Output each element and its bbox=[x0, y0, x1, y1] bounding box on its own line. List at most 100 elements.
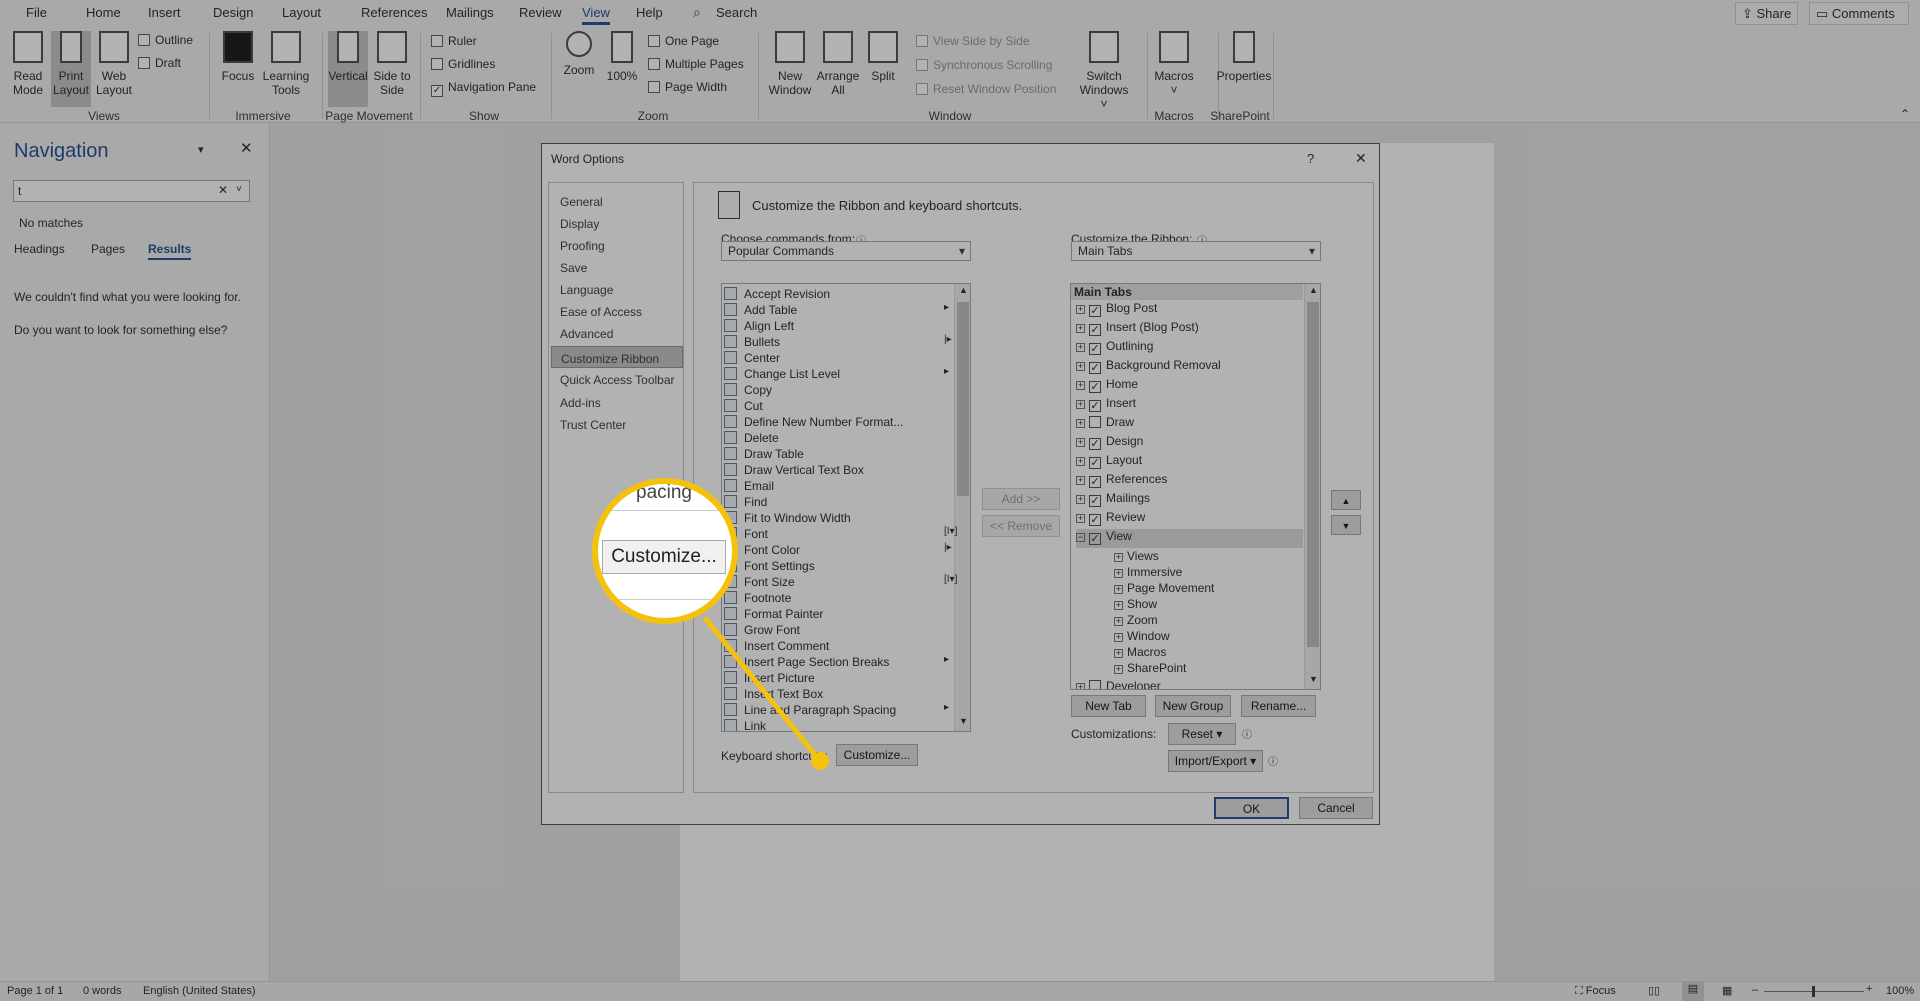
expand-icon[interactable]: + bbox=[1076, 381, 1085, 390]
web-layout-view-icon[interactable]: ▦ bbox=[1722, 984, 1732, 997]
list-item[interactable]: Align Left bbox=[722, 318, 954, 334]
read-mode-view-icon[interactable]: ▯▯ bbox=[1648, 984, 1660, 997]
nav-tab-results[interactable]: Results bbox=[148, 242, 192, 260]
outline-button[interactable]: Outline bbox=[138, 33, 193, 47]
close-button[interactable]: ✕ bbox=[1355, 150, 1367, 167]
expand-icon[interactable]: + bbox=[1076, 305, 1085, 314]
expand-icon[interactable]: + bbox=[1076, 438, 1085, 447]
tree-item[interactable]: + ✓ Layout bbox=[1076, 453, 1303, 472]
list-item[interactable]: Add Table ▸ bbox=[722, 302, 954, 318]
expand-icon[interactable]: + bbox=[1076, 419, 1085, 428]
list-item[interactable]: Insert Text Box bbox=[722, 686, 954, 702]
commands-list[interactable]: ▲ ▼ Accept Revision Add Table ▸ Align Left Bu… bbox=[721, 283, 971, 732]
checkbox[interactable]: ✓ bbox=[1089, 495, 1101, 507]
move-down-button[interactable]: ▼ bbox=[1331, 515, 1361, 535]
expand-icon[interactable]: + bbox=[1076, 476, 1085, 485]
ribbon-tabs-tree[interactable]: Main Tabs ▲ ▼ + ✓ Blog Post + ✓ Insert (Blog P… bbox=[1070, 283, 1321, 690]
new-group-button[interactable]: New Group bbox=[1155, 695, 1231, 717]
checkbox[interactable]: ✓ bbox=[1089, 343, 1101, 355]
tell-me-search[interactable]: Search bbox=[716, 5, 757, 20]
read-mode-button[interactable]: Read Mode bbox=[6, 31, 50, 107]
tab-help[interactable]: Help bbox=[636, 5, 663, 20]
sidebar-item-advanced[interactable]: Advanced bbox=[560, 327, 613, 341]
focus-button[interactable]: Focus bbox=[216, 31, 260, 107]
one-page-button[interactable]: One Page bbox=[648, 34, 719, 48]
vertical-button[interactable]: Vertical bbox=[328, 31, 368, 107]
checkbox[interactable]: ✓ bbox=[1089, 400, 1101, 412]
import-export-button[interactable]: Import/Export ▾ bbox=[1168, 750, 1263, 772]
expand-icon[interactable]: + bbox=[1114, 569, 1123, 578]
list-item[interactable]: Define New Number Format... bbox=[722, 414, 954, 430]
web-layout-button[interactable]: Web Layout bbox=[92, 31, 136, 107]
tree-item[interactable]: + SharePoint bbox=[1114, 661, 1303, 680]
expand-icon[interactable]: + bbox=[1114, 553, 1123, 562]
list-item[interactable]: Delete bbox=[722, 430, 954, 446]
tree-item[interactable]: + ✓ Insert (Blog Post) bbox=[1076, 320, 1303, 339]
macros-button[interactable]: Macros ˅ bbox=[1152, 31, 1196, 107]
expand-icon[interactable]: + bbox=[1114, 633, 1123, 642]
tab-layout[interactable]: Layout bbox=[282, 5, 321, 20]
split-button[interactable]: Split bbox=[861, 31, 905, 107]
tab-file[interactable]: File bbox=[26, 5, 47, 20]
expand-icon[interactable]: + bbox=[1076, 514, 1085, 523]
expand-icon[interactable]: + bbox=[1114, 617, 1123, 626]
expand-icon[interactable]: + bbox=[1114, 585, 1123, 594]
draft-button[interactable]: Draft bbox=[138, 56, 181, 70]
rename-button[interactable]: Rename... bbox=[1241, 695, 1316, 717]
reset-button[interactable]: Reset ▾ bbox=[1168, 723, 1236, 745]
scrollbar-thumb[interactable] bbox=[1307, 302, 1319, 647]
list-item[interactable]: Font Size [I▾] bbox=[722, 574, 957, 590]
list-item[interactable]: Footnote bbox=[722, 590, 954, 606]
sidebar-item-display[interactable]: Display bbox=[560, 217, 599, 231]
sidebar-item-customize-ribbon[interactable]: Customize Ribbon bbox=[551, 346, 683, 368]
expand-icon[interactable]: + bbox=[1076, 495, 1085, 504]
list-item[interactable]: Grow Font bbox=[722, 622, 954, 638]
language-status[interactable]: English (United States) bbox=[143, 985, 256, 997]
nav-search-input[interactable]: t ✕ ˅ bbox=[13, 180, 250, 202]
learning-tools-button[interactable]: Learning Tools bbox=[261, 31, 311, 107]
list-item[interactable]: Fit to Window Width bbox=[722, 510, 954, 526]
zoom-in-icon[interactable]: + bbox=[1866, 983, 1872, 995]
checkbox[interactable]: ✓ bbox=[1089, 514, 1101, 526]
expand-icon[interactable]: + bbox=[1076, 400, 1085, 409]
side-to-side-button[interactable]: Side to Side bbox=[370, 31, 414, 107]
new-window-button[interactable]: New Window bbox=[766, 31, 814, 107]
scroll-up-icon[interactable]: ▲ bbox=[959, 285, 968, 295]
tab-review[interactable]: Review bbox=[519, 5, 562, 20]
sidebar-item-trust-center[interactable]: Trust Center bbox=[560, 418, 626, 432]
nav-options-icon[interactable]: ▾ bbox=[198, 143, 204, 156]
zoom-button[interactable]: Zoom bbox=[557, 31, 601, 107]
list-item[interactable]: Email bbox=[722, 478, 954, 494]
list-item[interactable]: Link bbox=[722, 718, 954, 731]
expand-icon[interactable]: + bbox=[1114, 649, 1123, 658]
tree-item[interactable]: + ✓ Insert bbox=[1076, 396, 1303, 415]
list-item[interactable]: Format Painter bbox=[722, 606, 954, 622]
sidebar-item-quick-access-toolbar[interactable]: Quick Access Toolbar bbox=[560, 373, 675, 387]
sidebar-item-save[interactable]: Save bbox=[560, 261, 587, 275]
share-button[interactable]: ⇪ Share bbox=[1735, 2, 1799, 25]
expand-icon[interactable]: + bbox=[1076, 324, 1085, 333]
tree-item[interactable]: + ✓ References bbox=[1076, 472, 1303, 491]
checkbox[interactable] bbox=[1089, 680, 1101, 689]
list-item[interactable]: Font Settings bbox=[722, 558, 954, 574]
list-item[interactable]: Accept Revision bbox=[722, 286, 954, 302]
list-item[interactable]: Line and Paragraph Spacing ▸ bbox=[722, 702, 954, 718]
synchronous-scrolling-button[interactable]: Synchronous Scrolling bbox=[916, 58, 1052, 72]
tree-item[interactable]: + ✓ Background Removal bbox=[1076, 358, 1303, 377]
gridlines-checkbox[interactable]: Gridlines bbox=[431, 57, 495, 71]
tab-insert[interactable]: Insert bbox=[148, 5, 181, 20]
sidebar-item-proofing[interactable]: Proofing bbox=[560, 239, 605, 253]
tree-item[interactable]: + ✓ Design bbox=[1076, 434, 1303, 453]
scroll-up-icon[interactable]: ▲ bbox=[1309, 285, 1318, 295]
page-count[interactable]: Page 1 of 1 bbox=[7, 985, 63, 997]
expand-icon[interactable]: + bbox=[1114, 601, 1123, 610]
help-button[interactable]: ? bbox=[1307, 151, 1314, 166]
tree-item[interactable]: + ✓ Home bbox=[1076, 377, 1303, 396]
list-item[interactable]: Font Color |▸ bbox=[722, 542, 954, 558]
list-item[interactable]: Center bbox=[722, 350, 954, 366]
checkbox[interactable]: ✓ bbox=[1089, 381, 1101, 393]
scrollbar-thumb[interactable] bbox=[957, 302, 969, 496]
list-item[interactable]: Find bbox=[722, 494, 954, 510]
search-icon[interactable]: ⌕ bbox=[693, 4, 701, 21]
checkbox[interactable]: ✓ bbox=[1089, 476, 1101, 488]
